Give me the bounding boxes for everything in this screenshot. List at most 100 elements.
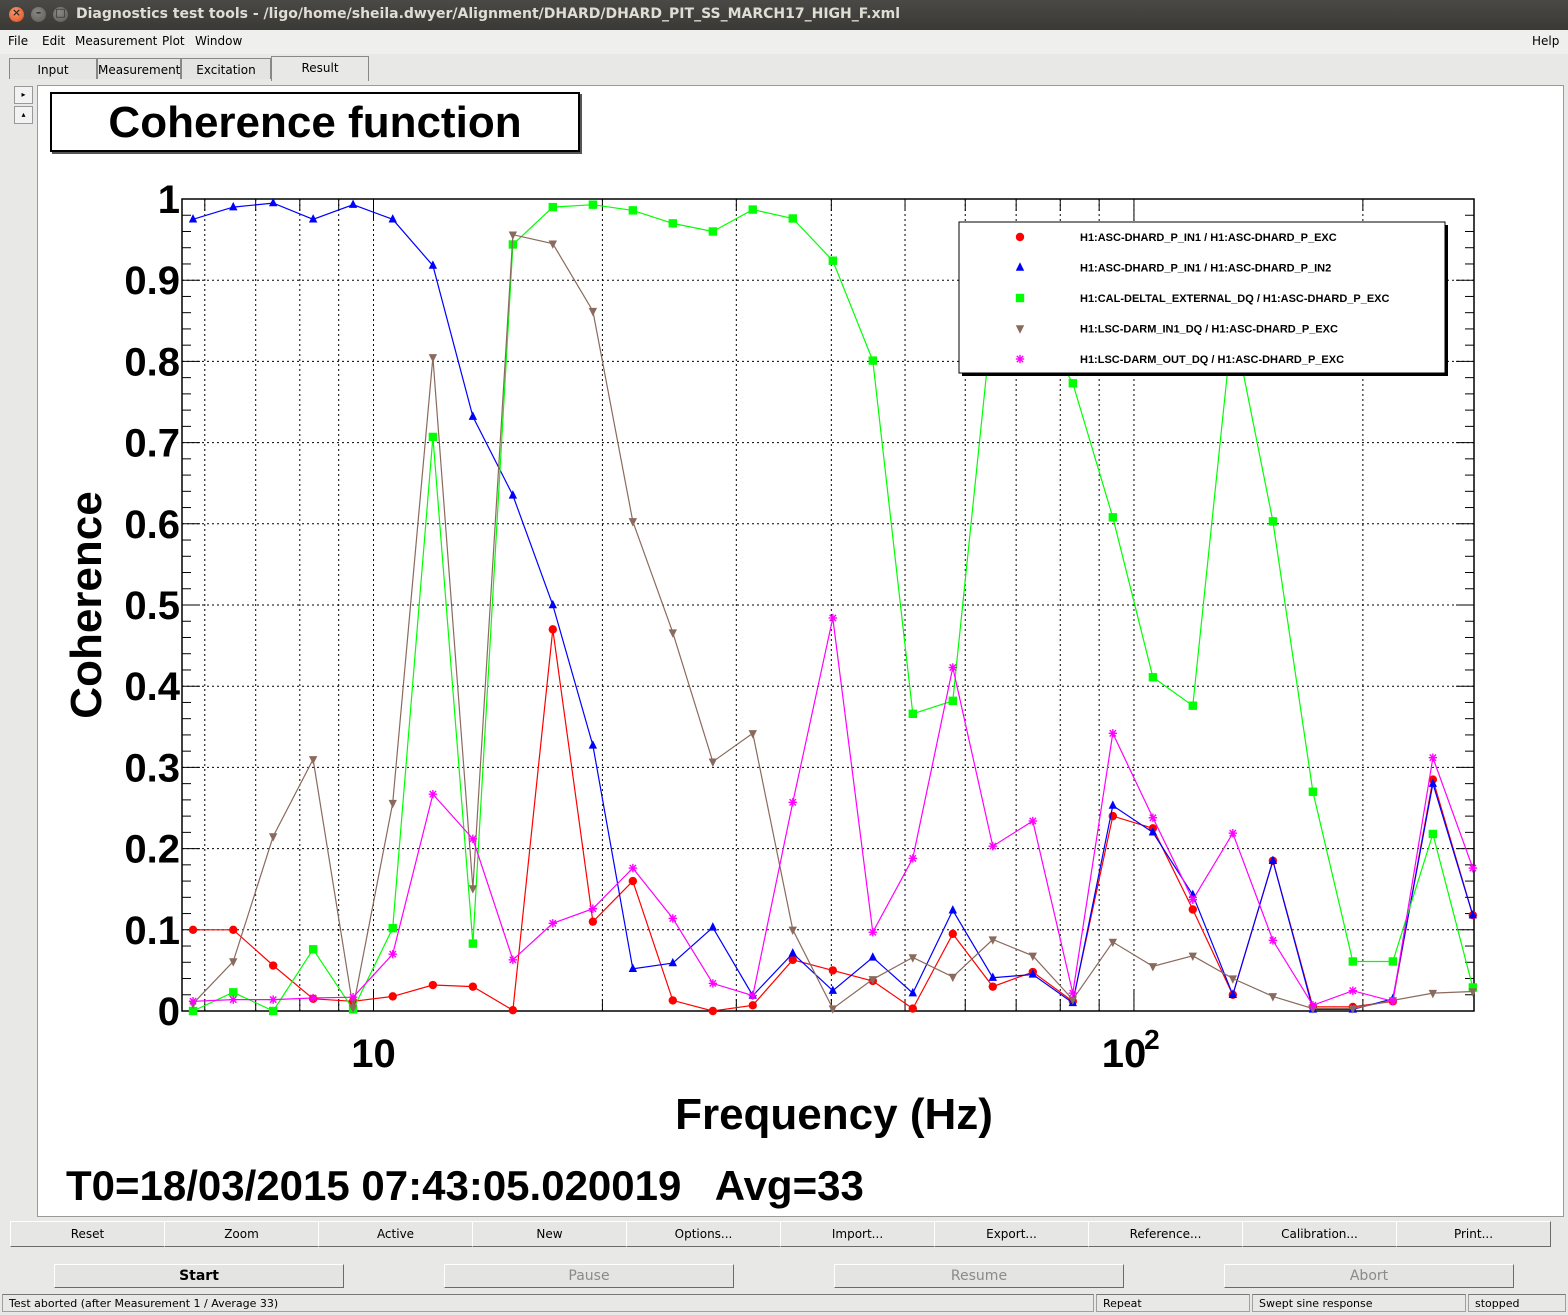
data-point: [268, 1006, 278, 1016]
data-point: [708, 227, 718, 236]
data-point: [428, 980, 438, 990]
start-button[interactable]: Start: [54, 1264, 344, 1288]
data-point: [588, 307, 598, 317]
y-tick-label: 0.1: [124, 909, 180, 953]
data-point: [948, 663, 957, 672]
y-tick-label: 0.9: [124, 259, 180, 303]
data-point: [1268, 936, 1278, 945]
data-point: [588, 740, 598, 749]
data-point: [708, 922, 718, 931]
data-point: [348, 199, 358, 208]
data-point: [1068, 379, 1078, 388]
statusbar: Test aborted (after Measurement 1 / Aver…: [0, 1293, 1568, 1315]
legend-marker: [1015, 354, 1025, 364]
y-tick-label: 0: [158, 990, 180, 1034]
reference-button[interactable]: Reference...: [1088, 1221, 1243, 1247]
data-point: [988, 982, 997, 991]
data-point: [828, 985, 838, 994]
data-point: [1308, 787, 1318, 796]
data-point: [1148, 963, 1158, 972]
data-point: [748, 991, 757, 1000]
data-point: [788, 926, 797, 935]
data-point: [229, 988, 238, 997]
legend-entry: H1:CAL-DELTAL_EXTERNAL_DQ / H1:ASC-DHARD…: [1080, 293, 1390, 305]
data-point: [388, 949, 397, 959]
data-point: [548, 599, 557, 609]
data-point: [348, 992, 358, 1002]
data-point: [748, 1001, 757, 1010]
data-point: [708, 758, 718, 767]
data-point: [1268, 517, 1278, 526]
y-tick-label: 0.3: [124, 746, 180, 790]
data-point: [868, 356, 877, 365]
data-point: [468, 982, 478, 991]
data-point: [508, 955, 518, 965]
plot-title: Coherence function: [50, 92, 580, 152]
legend-entry: H1:LSC-DARM_IN1_DQ / H1:ASC-DHARD_P_EXC: [1080, 324, 1338, 336]
data-point: [828, 256, 838, 265]
abort-button[interactable]: Abort: [1224, 1264, 1514, 1288]
series-line: [192, 617, 1474, 1007]
options-button[interactable]: Options...: [626, 1221, 781, 1247]
calibration-button[interactable]: Calibration...: [1242, 1221, 1397, 1247]
data-point: [1188, 701, 1197, 710]
import-button[interactable]: Import...: [780, 1221, 935, 1247]
y-tick-label: 0.6: [124, 503, 180, 547]
data-point: [668, 996, 677, 1005]
data-point: [548, 202, 557, 212]
data-point: [868, 952, 877, 961]
data-point: [988, 841, 997, 851]
data-point: [948, 973, 957, 983]
data-point: [1188, 895, 1197, 904]
y-axis-title: Coherence: [62, 491, 111, 718]
data-point: [308, 993, 318, 1003]
legend-entry: H1:ASC-DHARD_P_IN1 / H1:ASC-DHARD_P_IN2: [1080, 263, 1331, 275]
data-point: [748, 205, 757, 214]
resume-button[interactable]: Resume: [834, 1264, 1124, 1288]
active-button[interactable]: Active: [318, 1221, 473, 1247]
data-point: [788, 798, 797, 807]
data-point: [1148, 813, 1158, 822]
data-point: [508, 1005, 518, 1015]
zoom-button[interactable]: Zoom: [164, 1221, 319, 1247]
reset-button[interactable]: Reset: [10, 1221, 165, 1247]
data-point: [1428, 753, 1438, 762]
data-point: [268, 961, 278, 970]
y-tick-label: 1: [158, 178, 180, 222]
data-point: [1468, 988, 1478, 997]
export-button[interactable]: Export...: [934, 1221, 1089, 1247]
data-point: [628, 876, 638, 886]
coherence-chart: 00.10.20.30.40.50.60.70.80.9110 102 H1:AS…: [62, 178, 1478, 1139]
data-point: [668, 914, 677, 923]
data-point: [628, 518, 638, 527]
data-point: [188, 925, 198, 934]
pause-button[interactable]: Pause: [444, 1264, 734, 1288]
x-tick-label: 10: [351, 1032, 396, 1076]
print-button[interactable]: Print...: [1396, 1221, 1551, 1247]
x-axis-title: Frequency (Hz): [675, 1090, 993, 1139]
data-point: [1228, 828, 1238, 838]
data-point: [188, 997, 198, 1006]
data-point: [229, 201, 238, 211]
data-point: [428, 354, 438, 363]
data-point: [588, 904, 598, 913]
data-point: [828, 613, 838, 623]
data-point: [548, 625, 557, 634]
status-mode: Swept sine response: [1252, 1294, 1466, 1312]
series-0: [188, 625, 1478, 1016]
measurement-info: T0=18/03/2015 07:43:05.020019 Avg=33: [66, 1162, 864, 1209]
data-point: [788, 214, 797, 223]
legend-marker: [1015, 293, 1025, 303]
data-point: [828, 1005, 838, 1014]
new-button[interactable]: New: [472, 1221, 627, 1247]
data-point: [668, 629, 677, 638]
data-point: [588, 200, 598, 209]
data-point: [628, 206, 638, 215]
data-point: [1028, 816, 1038, 826]
data-point: [628, 863, 638, 873]
data-point: [268, 995, 278, 1004]
status-message: Test aborted (after Measurement 1 / Aver…: [2, 1294, 1094, 1312]
data-point: [908, 854, 918, 863]
data-point: [508, 490, 518, 499]
data-point: [468, 411, 478, 420]
